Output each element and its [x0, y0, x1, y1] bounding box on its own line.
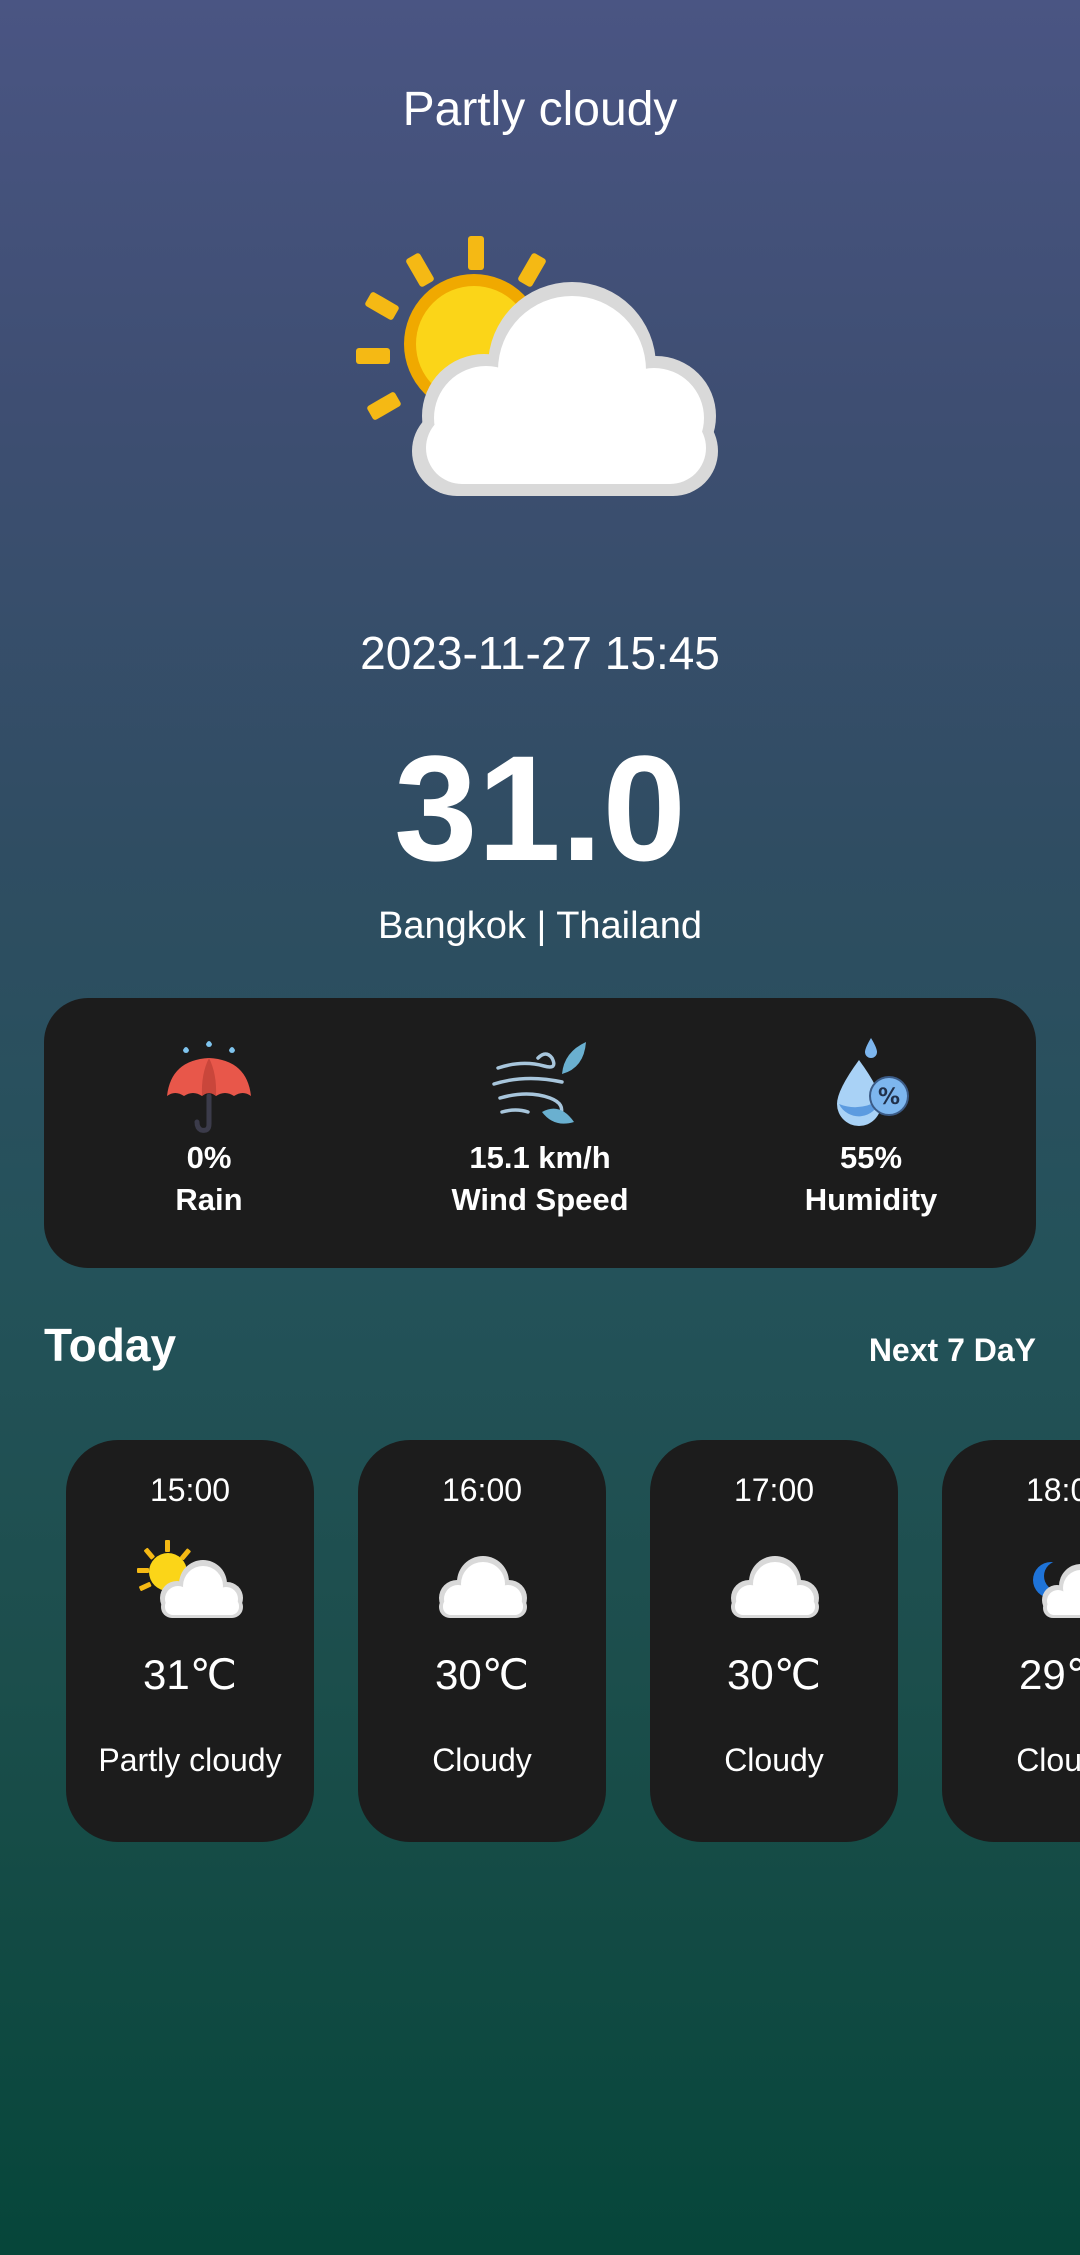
hour-condition: Cloudy: [432, 1742, 532, 1778]
wind-value: 15.1 km/h: [469, 1140, 611, 1175]
condition-title: Partly cloudy: [402, 83, 678, 136]
humidity-value: 55%: [839, 1140, 903, 1175]
hour-condition: Cloudy: [1016, 1742, 1080, 1778]
rain-stat: 0% Rain: [59, 1038, 359, 1222]
hour-temperature: 30℃: [727, 1651, 821, 1698]
hour-time: 18:00: [1025, 1472, 1080, 1508]
hourly-card[interactable]: 18:00 29℃ Cloudy: [942, 1440, 1080, 1842]
current-datetime: 2023-11-27 15:45: [360, 627, 720, 679]
cloud-icon: [731, 1556, 819, 1618]
humidity-label: Humidity: [804, 1182, 938, 1217]
hourly-card[interactable]: 17:00 30℃ Cloudy: [650, 1440, 898, 1842]
rain-value: 0%: [186, 1140, 232, 1175]
wind-stat: 15.1 km/h Wind Speed: [390, 1038, 690, 1222]
rain-label: Rain: [175, 1182, 243, 1217]
next-7-days-link[interactable]: Next 7 DaY: [869, 1332, 1036, 1369]
wind-label: Wind Speed: [451, 1182, 629, 1217]
wind-icon: [492, 1042, 586, 1124]
humidity-stat: % 55% Humidity: [721, 1038, 1021, 1222]
partly-cloudy-icon: [356, 236, 718, 496]
today-title: Today: [44, 1319, 177, 1371]
hourly-forecast-list[interactable]: 15:00 31℃ Partly cloudy 16:00 30℃ Cloudy…: [0, 1440, 1080, 1850]
umbrella-rain-icon: [167, 1041, 251, 1133]
current-location: Bangkok | Thailand: [378, 905, 702, 947]
hour-time: 17:00: [733, 1472, 815, 1508]
hourly-card[interactable]: 15:00 31℃ Partly cloudy: [66, 1440, 314, 1842]
hour-temperature: 31℃: [143, 1651, 237, 1698]
hour-condition: Cloudy: [724, 1742, 824, 1778]
hour-time: 15:00: [149, 1472, 231, 1508]
current-temperature: 31.0: [394, 724, 686, 892]
hourly-card[interactable]: 16:00 30℃ Cloudy: [358, 1440, 606, 1842]
night-cloudy-icon: [1033, 1561, 1080, 1618]
svg-text:%: %: [878, 1085, 900, 1110]
weather-stats-card: 0% Rain 15.1 km/h Wind Speed % 55% Humid…: [44, 998, 1036, 1268]
hour-time: 16:00: [441, 1472, 523, 1508]
cloud-icon: [439, 1556, 527, 1618]
hour-temperature: 29℃: [1019, 1651, 1080, 1698]
hour-temperature: 30℃: [435, 1651, 529, 1698]
humidity-drop-icon: %: [837, 1038, 909, 1126]
hour-condition: Partly cloudy: [98, 1742, 282, 1778]
partly-cloudy-icon: [137, 1540, 243, 1618]
